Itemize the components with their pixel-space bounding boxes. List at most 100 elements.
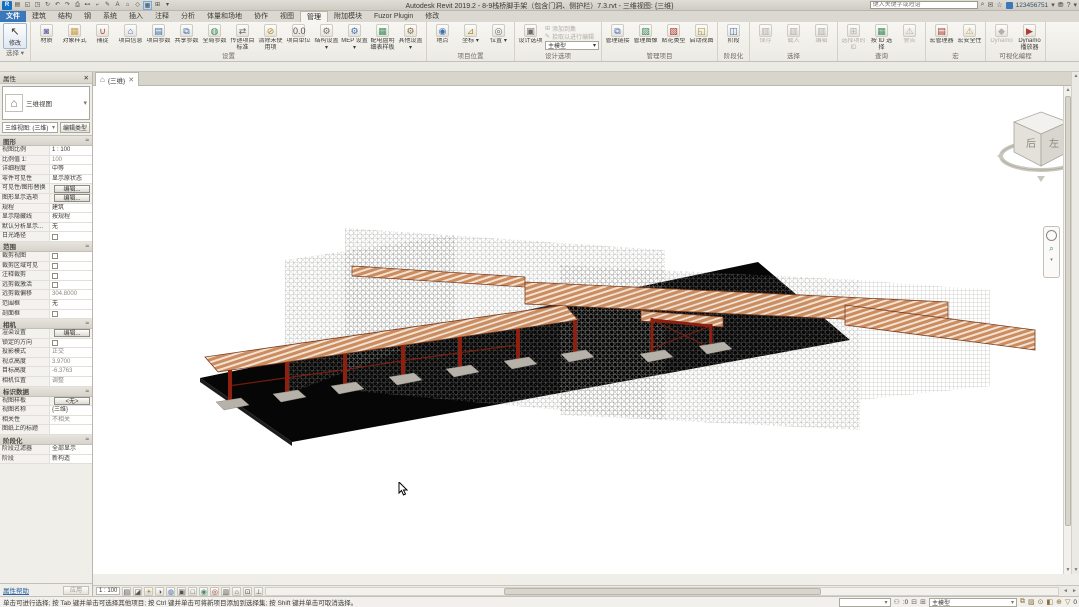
help-dropdown-icon[interactable]: ▾ bbox=[1073, 1, 1077, 9]
show-analytical-model-icon[interactable]: ⌂ bbox=[232, 587, 241, 596]
global-parameters-button[interactable]: ◍全局参数 bbox=[201, 23, 228, 45]
snaps-button[interactable]: ∪捕捉 bbox=[89, 23, 116, 45]
close-view-icon[interactable]: ✕ bbox=[128, 76, 134, 84]
macro-security-button[interactable]: ⚠宏安全性 bbox=[956, 23, 983, 45]
position-button[interactable]: ◎位置 ▾ bbox=[485, 23, 512, 45]
object-styles-button[interactable]: ▦对象样式 bbox=[61, 23, 88, 45]
horizontal-scrollbar[interactable] bbox=[265, 587, 1059, 596]
close-icon[interactable]: ✕ bbox=[84, 74, 89, 82]
design-option-dropdown[interactable]: 主模型▾ bbox=[929, 598, 1017, 607]
select-links-icon[interactable]: ⧉ bbox=[1020, 598, 1025, 606]
edit-button[interactable]: <无> bbox=[54, 397, 91, 405]
property-value[interactable] bbox=[50, 425, 92, 434]
customize-qat-icon[interactable]: ▾ bbox=[163, 1, 172, 10]
sync-with-central-icon[interactable]: ↻ bbox=[43, 1, 52, 10]
instance-selector[interactable]: 三维视图: (三维)▾ bbox=[2, 122, 58, 133]
open-icon[interactable]: ◱ bbox=[23, 1, 32, 10]
dynamo-player-button[interactable]: ▶Dynamo 播放器 bbox=[1016, 23, 1043, 52]
property-section-范围[interactable]: 范围≈ bbox=[0, 242, 92, 252]
project-information-button[interactable]: ⌂项目信息 bbox=[117, 23, 144, 45]
editing-requests-icon[interactable]: ⚇ bbox=[894, 598, 900, 606]
edit-button[interactable]: 编辑... bbox=[54, 329, 91, 337]
undo-icon[interactable]: ↶ bbox=[53, 1, 62, 10]
viewcube-south-arrow[interactable] bbox=[1037, 176, 1045, 182]
vertical-scrollbar[interactable]: ▲ ▼ bbox=[1063, 86, 1071, 574]
sun-path-icon[interactable]: ☀ bbox=[144, 587, 153, 596]
viewcube[interactable]: 后 左 bbox=[993, 94, 1063, 204]
temporary-hide-isolate-icon[interactable]: ◉ bbox=[199, 587, 208, 596]
text-icon[interactable]: A bbox=[113, 1, 122, 10]
manage-images-button[interactable]: ▨管理图像 bbox=[632, 23, 659, 45]
active-design-option-dropdown[interactable]: 主模型▾ bbox=[545, 41, 599, 50]
materials-button[interactable]: ◙材质 bbox=[33, 23, 60, 45]
property-section-标识数据[interactable]: 标识数据≈ bbox=[0, 387, 92, 397]
property-value[interactable]: 100 bbox=[50, 156, 92, 165]
property-section-图形[interactable]: 图形≈ bbox=[0, 136, 92, 146]
scroll-right-icon[interactable]: ► bbox=[1070, 588, 1079, 594]
select-elements-by-face-icon[interactable]: ◧ bbox=[1046, 598, 1053, 606]
highlight-displacement-sets-icon[interactable]: ⊡ bbox=[243, 587, 252, 596]
navbar-dropdown-icon[interactable]: ▾ bbox=[1050, 257, 1053, 263]
checkbox[interactable] bbox=[52, 273, 58, 279]
temporary-view-properties-icon[interactable]: ▥ bbox=[221, 587, 230, 596]
property-value[interactable]: {三维} bbox=[50, 406, 92, 415]
collapse-icon[interactable]: ≈ bbox=[85, 436, 89, 443]
design-options-button[interactable]: ▣设计选项 bbox=[517, 23, 544, 45]
exchange-apps-icon[interactable]: ⛃ bbox=[1058, 1, 1064, 9]
property-value[interactable]: 不相关 bbox=[50, 416, 92, 425]
transfer-project-standards-button[interactable]: ⇄传递项目标准 bbox=[229, 23, 256, 52]
ribbon-tab-建筑[interactable]: 建筑 bbox=[26, 11, 52, 22]
property-value[interactable]: -6.3763 bbox=[50, 367, 92, 376]
property-section-阶段化[interactable]: 阶段化≈ bbox=[0, 435, 92, 445]
reveal-hidden-elements-icon[interactable]: ◎ bbox=[210, 587, 219, 596]
ribbon-tab-修改[interactable]: 修改 bbox=[419, 11, 445, 22]
collapse-icon[interactable]: ≈ bbox=[85, 243, 89, 250]
decal-types-button[interactable]: ▧贴花类型 bbox=[660, 23, 687, 45]
user-dropdown-icon[interactable]: ▾ bbox=[1051, 1, 1055, 9]
select-pinned-elements-icon[interactable]: ⊙ bbox=[1038, 598, 1044, 606]
ribbon-tab-钢[interactable]: 钢 bbox=[78, 11, 97, 22]
section-icon[interactable]: ◇ bbox=[133, 1, 142, 10]
checkbox[interactable] bbox=[52, 311, 58, 317]
select-panel-label[interactable]: 选择 ▾ bbox=[3, 49, 27, 58]
ribbon-tab-结构[interactable]: 结构 bbox=[52, 11, 78, 22]
default-3d-view-icon[interactable]: ⌂ bbox=[123, 1, 132, 10]
manage-links-button[interactable]: ⧉管理链接 bbox=[604, 23, 631, 45]
signed-in-user[interactable]: 123456751 bbox=[1016, 2, 1049, 9]
redo-icon[interactable]: ↷ bbox=[63, 1, 72, 10]
worksharing-display-icon[interactable]: ⊞ bbox=[920, 598, 926, 606]
show-crop-region-icon[interactable]: □ bbox=[188, 587, 197, 596]
ribbon-tab-Fuzor Plugin[interactable]: Fuzor Plugin bbox=[368, 11, 419, 22]
macro-manager-button[interactable]: ▤宏管理器 bbox=[928, 23, 955, 45]
detail-level-icon[interactable]: ▤ bbox=[122, 587, 131, 596]
checkbox[interactable] bbox=[52, 253, 58, 259]
file-menu-icon[interactable]: ▤ bbox=[13, 1, 22, 10]
measure-icon[interactable]: ⊷ bbox=[83, 1, 92, 10]
ribbon-tab-分析[interactable]: 分析 bbox=[175, 11, 201, 22]
steering-wheel-icon[interactable] bbox=[1046, 230, 1057, 241]
save-icon[interactable]: ◳ bbox=[33, 1, 42, 10]
shadows-icon[interactable]: ◑ bbox=[155, 587, 164, 596]
property-value[interactable]: 3.9700 bbox=[50, 358, 92, 367]
ribbon-tab-系统[interactable]: 系统 bbox=[97, 11, 123, 22]
filter-icon[interactable]: ▽ bbox=[1065, 598, 1070, 606]
property-value[interactable]: 全部显示 bbox=[50, 445, 92, 454]
coordinates-button[interactable]: ⊿坐标 ▾ bbox=[457, 23, 484, 45]
collapse-icon[interactable]: ≈ bbox=[85, 388, 89, 395]
property-value[interactable]: 无 bbox=[50, 300, 92, 309]
checkbox[interactable] bbox=[52, 282, 58, 288]
workset-dropdown[interactable]: ▾ bbox=[839, 598, 891, 607]
property-value[interactable]: 无 bbox=[50, 223, 92, 232]
structural-settings-button[interactable]: ⚙结构设置 ▾ bbox=[313, 23, 340, 52]
window-scrollbar[interactable]: ▲ ▼ bbox=[1071, 72, 1079, 574]
view-tab-3d[interactable]: ⌂ {三维} ✕ bbox=[95, 72, 139, 86]
scroll-left-icon[interactable]: ◄ bbox=[1061, 588, 1070, 594]
edit-button[interactable]: 编辑... bbox=[54, 194, 91, 202]
property-value[interactable]: 调整 bbox=[50, 377, 92, 386]
switch-windows-icon[interactable]: ⊞ bbox=[153, 1, 162, 10]
crop-view-icon[interactable]: ▣ bbox=[177, 587, 186, 596]
edit-type-button[interactable]: 编辑类型 bbox=[60, 122, 90, 133]
thin-lines-icon[interactable]: ▦ bbox=[143, 1, 152, 10]
worksets-icon[interactable]: ⊟ bbox=[911, 598, 917, 606]
properties-help-link[interactable]: 属性帮助 bbox=[3, 585, 29, 595]
